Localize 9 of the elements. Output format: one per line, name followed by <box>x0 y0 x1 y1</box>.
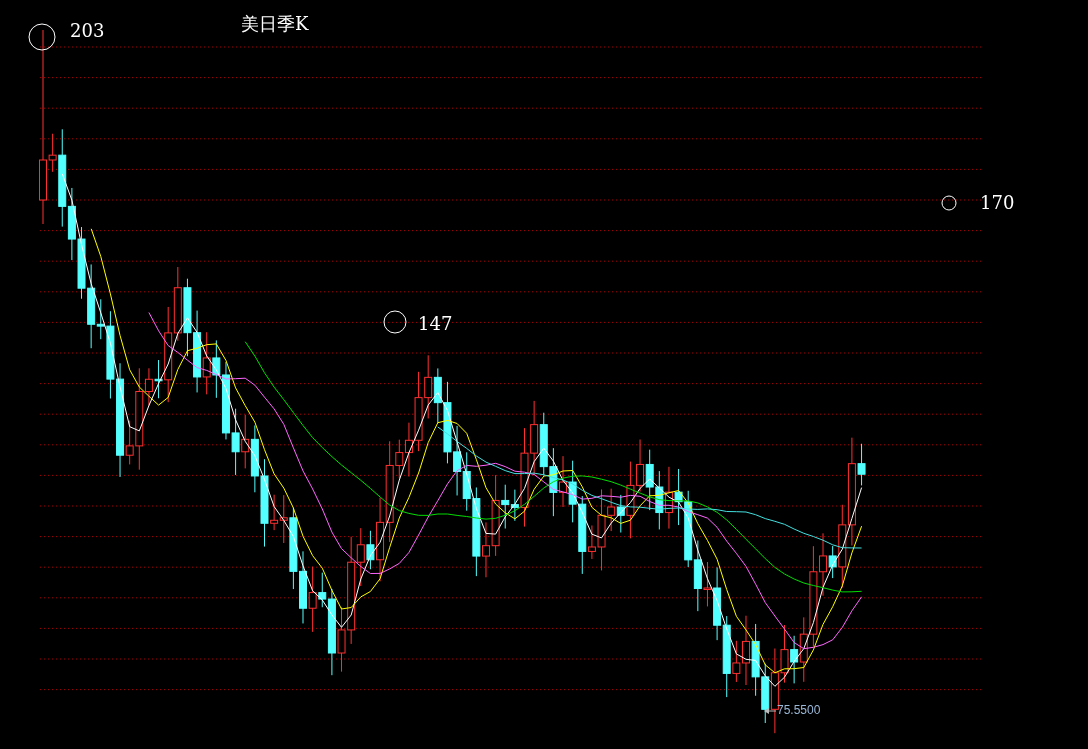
circle-marker-icon <box>941 195 957 211</box>
low-price-label: 75.5500 <box>777 703 821 717</box>
price-label: 203 <box>70 20 105 41</box>
circle-marker-icon <box>28 23 56 51</box>
chart-title: 美日季K <box>241 12 309 36</box>
arrow-icon <box>764 708 777 714</box>
price-label: 170 <box>980 192 1015 213</box>
price-label: 147 <box>418 313 453 334</box>
circle-marker-icon <box>383 310 407 334</box>
